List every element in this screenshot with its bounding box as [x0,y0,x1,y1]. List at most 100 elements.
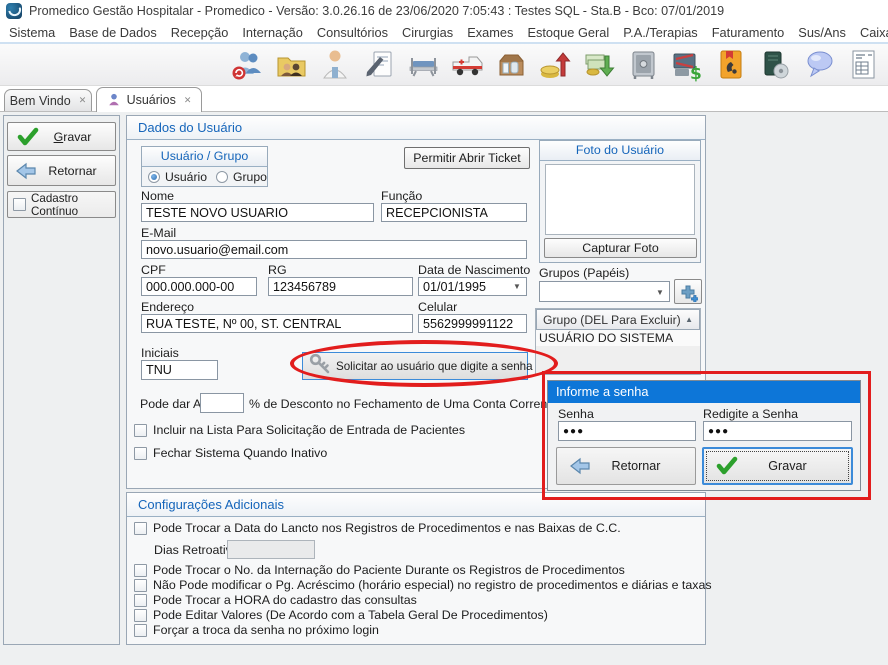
forcar-troca-senha-box-icon[interactable] [134,624,147,637]
cpf-label: CPF [141,263,166,277]
tipo-usuario-group-title: Usuário / Grupo [142,147,267,167]
book-cd-icon[interactable] [759,48,792,82]
nao-modificar-pg-checkbox[interactable]: Não Pode modificar o Pg. Acréscimo (horá… [134,578,712,592]
grupos-papeis-dropdown-icon[interactable]: ▼ [656,288,664,297]
tab-bem-vindo[interactable]: Bem Vindo ✕ [4,89,92,111]
menu-exames[interactable]: Exames [460,25,520,40]
ambulance-icon[interactable] [451,48,484,82]
patients-folder-icon[interactable] [275,48,308,82]
dias-retroativos-input [227,540,315,559]
tab-usuarios-close-icon[interactable]: ✕ [184,95,192,106]
cash-register-icon[interactable]: $ [671,48,704,82]
menu-consultorios[interactable]: Consultórios [310,25,395,40]
retornar-button[interactable]: Retornar [7,155,116,186]
redigite-senha-input[interactable]: ●●● [703,421,852,441]
grupo-list-header-label: Grupo (DEL Para Excluir) [543,313,681,327]
cadastro-continuo-checkbox[interactable]: Cadastro Contínuo [7,191,116,218]
grupo-list-item[interactable]: USUÁRIO DO SISTEMA [536,330,700,346]
menu-estoque-geral[interactable]: Estoque Geral [520,25,616,40]
trocar-no-internacao-checkbox[interactable]: Pode Trocar o No. da Internação do Pacie… [134,563,625,577]
incluir-lista-label: Incluir na Lista Para Solicitação de Ent… [153,423,465,437]
configuracoes-adicionais-header: Configurações Adicionais [127,493,705,517]
menu-pa-terapias[interactable]: P.A./Terapias [616,25,704,40]
report-form-icon[interactable] [847,48,880,82]
money-in-icon[interactable] [539,48,572,82]
phonebook-icon[interactable] [715,48,748,82]
celular-input[interactable] [418,314,527,333]
grupo-list: Grupo (DEL Para Excluir) ▲ USUÁRIO DO SI… [535,308,701,375]
prescription-icon[interactable] [363,48,396,82]
senha-label: Senha [558,407,594,421]
adicionar-grupo-button[interactable] [674,279,702,304]
menu-sus-ans[interactable]: Sus/Ans [791,25,853,40]
fechar-sistema-checkbox[interactable]: Fechar Sistema Quando Inativo [134,446,327,460]
editar-valores-checkbox[interactable]: Pode Editar Valores (De Acordo com a Tab… [134,608,548,622]
incluir-lista-box-icon[interactable] [134,424,147,437]
forcar-troca-senha-checkbox[interactable]: Forçar a troca da senha no próximo login [134,623,379,637]
menu-caixa[interactable]: Caixa [853,25,888,40]
fechar-sistema-box-icon[interactable] [134,447,147,460]
tab-bem-vindo-close-icon[interactable]: ✕ [79,95,87,106]
capturar-foto-button[interactable]: Capturar Foto [544,238,697,258]
data-nascimento-input[interactable] [418,277,527,296]
configuracoes-adicionais-panel: Configurações Adicionais Pode Trocar a D… [126,492,706,645]
senha-gravar-button[interactable]: Gravar [702,447,853,485]
tab-usuarios[interactable]: Usuários ✕ [96,87,202,112]
trocar-hora-label: Pode Trocar a HORA do cadastro das consu… [153,593,417,607]
permitir-abrir-ticket-button[interactable]: Permitir Abrir Ticket [404,147,530,169]
menu-base-de-dados[interactable]: Base de Dados [62,25,164,40]
menu-cirurgias[interactable]: Cirurgias [395,25,460,40]
trocar-no-internacao-box-icon[interactable] [134,564,147,577]
foto-usuario-group: Foto do Usuário Capturar Foto [539,140,701,263]
grupos-papeis-label: Grupos (Papéis) [539,266,629,280]
menu-internacao[interactable]: Internação [235,25,309,40]
iniciais-input[interactable] [141,360,218,380]
dados-usuario-header: Dados do Usuário [127,116,705,140]
senha-input[interactable]: ●●● [558,421,696,441]
trocar-hora-box-icon[interactable] [134,594,147,607]
tab-bem-vindo-label: Bem Vindo [10,94,71,108]
funcao-input[interactable] [381,203,527,222]
gravar-button[interactable]: Gravar [7,122,116,151]
chat-icon[interactable] [803,48,836,82]
menu-recepcao[interactable]: Recepção [164,25,236,40]
grupos-papeis-combo[interactable] [539,281,670,302]
radio-grupo[interactable] [216,171,228,183]
trocar-data-lancto-checkbox[interactable]: Pode Trocar a Data do Lancto nos Registr… [134,521,621,535]
grupo-list-header[interactable]: Grupo (DEL Para Excluir) ▲ [536,309,700,330]
nao-modificar-pg-box-icon[interactable] [134,579,147,592]
safe-icon[interactable] [627,48,660,82]
users-sync-icon[interactable] [231,48,264,82]
endereco-input[interactable] [141,314,413,333]
menu-faturamento[interactable]: Faturamento [705,25,792,40]
app-logo-icon [6,3,22,19]
desconto-input[interactable] [200,393,244,413]
incluir-lista-checkbox[interactable]: Incluir na Lista Para Solicitação de Ent… [134,423,465,437]
data-nascimento-label: Data de Nascimento [418,263,530,277]
senha-retornar-button[interactable]: Retornar [556,447,696,485]
foto-usuario-title: Foto do Usuário [540,141,700,161]
action-sidebar: Gravar Retornar Cadastro Contínuo [3,115,120,645]
hospital-bed-icon[interactable] [407,48,440,82]
doctor-icon[interactable] [319,48,352,82]
endereco-label: Endereço [141,300,194,314]
solicitar-senha-button[interactable]: Solicitar ao usuário que digite a senha [302,352,528,380]
rg-input[interactable] [268,277,413,296]
main-toolbar: $ [0,44,888,86]
window-title: Promedico Gestão Hospitalar - Promedico … [29,4,724,18]
nome-input[interactable] [141,203,374,222]
data-nascimento-dropdown-icon[interactable]: ▼ [513,282,521,291]
nao-modificar-pg-label: Não Pode modificar o Pg. Acréscimo (horá… [153,578,712,592]
menu-sistema[interactable]: Sistema [2,25,62,40]
email-input[interactable] [141,240,527,259]
editar-valores-box-icon[interactable] [134,609,147,622]
trocar-data-lancto-box-icon[interactable] [134,522,147,535]
radio-usuario[interactable] [148,171,160,183]
trocar-hora-checkbox[interactable]: Pode Trocar a HORA do cadastro das consu… [134,593,417,607]
pharmacy-box-icon[interactable] [495,48,528,82]
menu-bar: Sistema Base de Dados Recepção Internaçã… [0,22,888,44]
check-icon [17,127,39,147]
cpf-input[interactable] [141,277,257,296]
money-out-icon[interactable] [583,48,616,82]
cadastro-continuo-box-icon[interactable] [13,198,26,211]
